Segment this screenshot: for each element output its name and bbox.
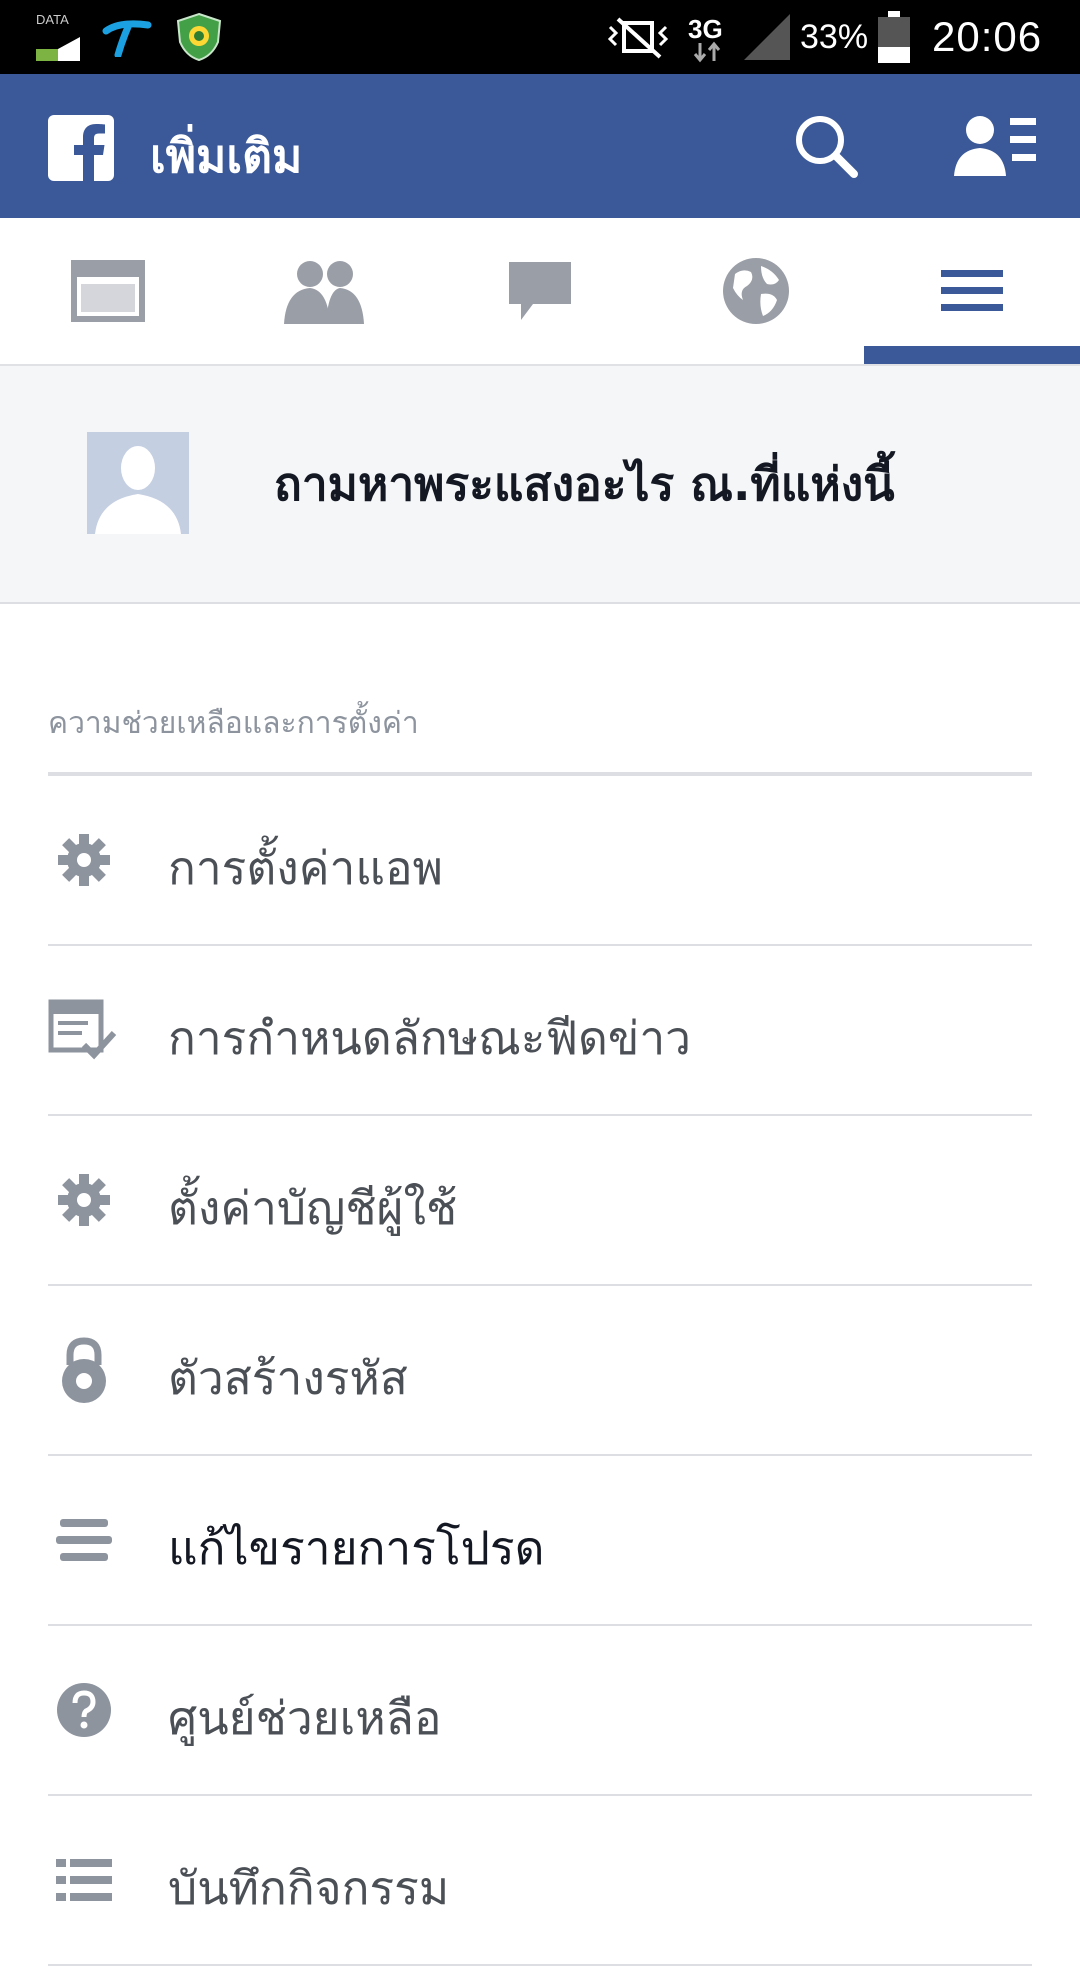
lines-icon <box>48 1504 120 1576</box>
menu-item-label: บันทึกกิจกรรม <box>168 1861 450 1915</box>
menu-item-edit-favorites[interactable]: แก้ไขรายการโปรด <box>48 1456 1032 1626</box>
data-arrows-icon <box>692 40 722 64</box>
menu-item-news-feed-preferences[interactable]: การกำหนดลักษณะฟีดข่าว <box>48 946 1032 1116</box>
menu-item-label: ตั้งค่าบัญชีผู้ใช้ <box>168 1181 458 1235</box>
signal-icon <box>742 0 792 74</box>
menu-item-label: ตัวสร้างรหัส <box>168 1351 408 1405</box>
dtac-icon <box>100 0 154 74</box>
tab-friends[interactable] <box>216 218 432 364</box>
tab-news-feed[interactable] <box>0 218 216 364</box>
menu-item-label: แก้ไขรายการโปรด <box>168 1521 545 1575</box>
search-button[interactable] <box>790 110 864 184</box>
mobile-data-indicator: DATA <box>34 0 82 74</box>
menu-item-label: ศูนย์ช่วยเหลือ <box>168 1691 442 1745</box>
data-signal-icon <box>36 37 80 61</box>
battery-icon <box>876 0 912 74</box>
default-avatar-icon <box>95 446 181 534</box>
app-header: เพิ่มเติม <box>0 74 1080 218</box>
menu-item-label: การกำหนดลักษณะฟีดข่าว <box>168 1011 692 1065</box>
section-title: ความช่วยเหลือและการตั้งค่า <box>48 706 419 741</box>
menu-item-code-generator[interactable]: ตัวสร้างรหัส <box>48 1286 1032 1456</box>
tab-bar <box>0 218 1080 366</box>
friend-list-icon <box>954 116 1036 176</box>
data-label: DATA <box>36 12 69 27</box>
menu-item-activity-log[interactable]: บันทึกกิจกรรม <box>48 1796 1032 1966</box>
status-bar: DATA 3G 33% 20:06 <box>0 0 1080 74</box>
help-icon <box>48 1674 120 1746</box>
globe-icon <box>723 258 789 324</box>
settings-menu: การตั้งค่าแอพ การกำหนดลักษณะฟีดข่าว ตั้ง… <box>0 776 1080 1966</box>
list-icon <box>48 1844 120 1916</box>
friends-icon <box>284 261 364 324</box>
friend-requests-button[interactable] <box>950 110 1040 184</box>
menu-item-app-settings[interactable]: การตั้งค่าแอพ <box>48 776 1032 946</box>
active-tab-indicator <box>864 346 1080 364</box>
tab-messages[interactable] <box>432 218 648 364</box>
clock: 20:06 <box>932 13 1043 60</box>
profile-row[interactable]: ถามหาพระแสงอะไร ณ.ที่แห่งนี้ <box>0 366 1080 604</box>
menu-item-account-settings[interactable]: ตั้งค่าบัญชีผู้ใช้ <box>48 1116 1032 1286</box>
menu-item-label: การตั้งค่าแอพ <box>168 841 443 895</box>
avatar <box>87 432 189 534</box>
tab-more[interactable] <box>864 218 1080 364</box>
battery-percent: 33% <box>800 17 869 56</box>
gear-icon <box>48 824 120 896</box>
news-feed-icon <box>71 260 145 322</box>
page-title: เพิ่มเติม <box>150 129 303 183</box>
vibrate-mute-icon <box>604 0 674 74</box>
facebook-logo-icon[interactable] <box>48 115 114 181</box>
shield-icon <box>176 0 222 74</box>
profile-name: ถามหาพระแสงอะไร ณ.ที่แห่งนี้ <box>274 457 895 511</box>
gear-icon <box>48 1164 120 1236</box>
lock-icon <box>48 1334 120 1406</box>
menu-item-help-center[interactable]: ศูนย์ช่วยเหลือ <box>48 1626 1032 1796</box>
search-icon <box>796 116 858 178</box>
menu-icon <box>941 270 1003 311</box>
tab-notifications[interactable] <box>648 218 864 364</box>
messages-icon <box>509 262 571 320</box>
news-feed-preferences-icon <box>48 994 120 1066</box>
